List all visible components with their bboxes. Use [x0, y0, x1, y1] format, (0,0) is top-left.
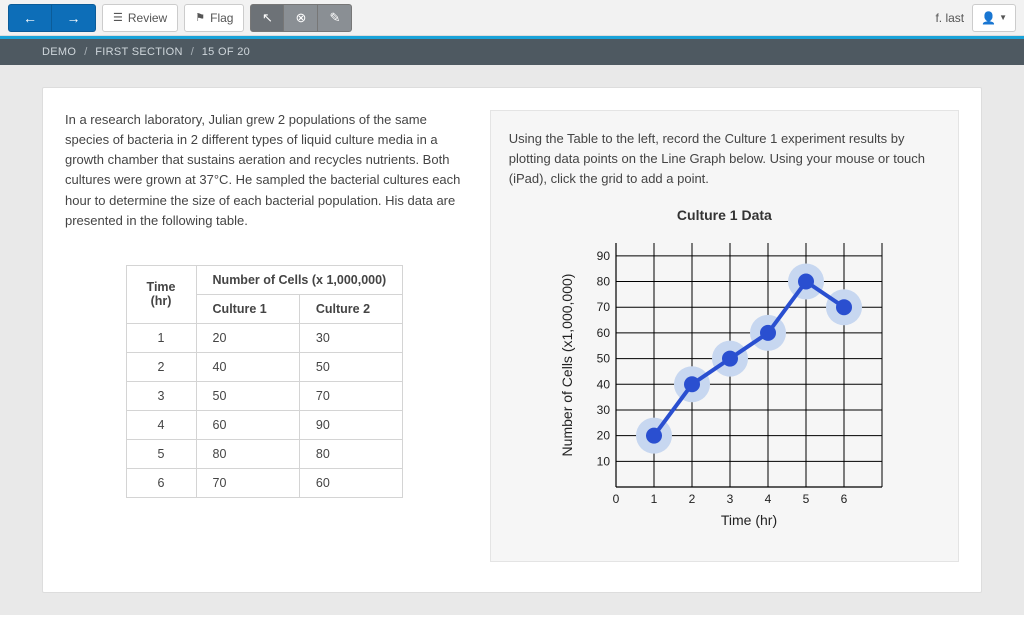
- flag-button[interactable]: ⚑ Flag: [184, 4, 244, 32]
- crumb-section: FIRST SECTION: [95, 46, 182, 58]
- cell-culture1: 70: [196, 468, 299, 497]
- chart-title: Culture 1 Data: [509, 207, 940, 223]
- crumb-demo: DEMO: [42, 46, 76, 58]
- wand-icon: ✎: [330, 10, 341, 26]
- svg-text:4: 4: [765, 492, 772, 506]
- plot-point[interactable]: [798, 274, 814, 290]
- flag-label: Flag: [210, 11, 233, 25]
- user-name-label: f. last: [935, 11, 964, 25]
- table-header-culture2: Culture 2: [299, 294, 402, 323]
- svg-text:Time (hr): Time (hr): [721, 512, 777, 528]
- answer-column: Using the Table to the left, record the …: [490, 110, 959, 562]
- list-icon: ☰: [113, 11, 123, 24]
- cell-culture1: 50: [196, 381, 299, 410]
- passage-text: In a research laboratory, Julian grew 2 …: [65, 110, 464, 231]
- svg-text:6: 6: [841, 492, 848, 506]
- cell-culture2: 60: [299, 468, 402, 497]
- cell-culture1: 80: [196, 439, 299, 468]
- table-row: 35070: [126, 381, 403, 410]
- plot-point[interactable]: [646, 428, 662, 444]
- table-row: 46090: [126, 410, 403, 439]
- arrow-left-icon: ←: [23, 10, 37, 26]
- plot-point[interactable]: [760, 325, 776, 341]
- cell-culture1: 60: [196, 410, 299, 439]
- prev-button[interactable]: ←: [8, 4, 52, 32]
- svg-text:50: 50: [597, 352, 611, 366]
- plot-point[interactable]: [836, 300, 852, 316]
- table-header-culture1: Culture 1: [196, 294, 299, 323]
- annotation-tool-group: ↖ ⊗ ✎: [250, 4, 352, 32]
- cell-time: 2: [126, 352, 196, 381]
- cell-culture2: 90: [299, 410, 402, 439]
- table-row: 67060: [126, 468, 403, 497]
- next-button[interactable]: →: [52, 4, 96, 32]
- cell-time: 3: [126, 381, 196, 410]
- cell-time: 6: [126, 468, 196, 497]
- table-row: 24050: [126, 352, 403, 381]
- svg-text:30: 30: [597, 403, 611, 417]
- erase-icon: ⊗: [296, 10, 307, 26]
- question-card: In a research laboratory, Julian grew 2 …: [42, 87, 982, 593]
- cell-time: 5: [126, 439, 196, 468]
- svg-text:90: 90: [597, 249, 611, 263]
- table-header-time: Time (hr): [126, 265, 196, 323]
- instructions-text: Using the Table to the left, record the …: [509, 129, 940, 189]
- passage-column: In a research laboratory, Julian grew 2 …: [65, 110, 464, 562]
- plot-point[interactable]: [684, 377, 700, 393]
- cell-culture2: 50: [299, 352, 402, 381]
- user-icon: 👤: [981, 11, 996, 25]
- cell-culture2: 70: [299, 381, 402, 410]
- svg-text:10: 10: [597, 455, 611, 469]
- review-button[interactable]: ☰ Review: [102, 4, 178, 32]
- svg-text:3: 3: [727, 492, 734, 506]
- svg-text:0: 0: [613, 492, 620, 506]
- svg-text:2: 2: [689, 492, 696, 506]
- flag-icon: ⚑: [195, 11, 205, 24]
- cell-culture1: 20: [196, 323, 299, 352]
- cursor-icon: ↖: [262, 10, 273, 26]
- plot-point[interactable]: [722, 351, 738, 367]
- cell-culture1: 40: [196, 352, 299, 381]
- arrow-right-icon: →: [67, 10, 81, 26]
- cell-time: 1: [126, 323, 196, 352]
- breadcrumb: DEMO / FIRST SECTION / 15 OF 20: [0, 39, 1024, 65]
- cell-time: 4: [126, 410, 196, 439]
- user-menu-button[interactable]: 👤 ▼: [972, 4, 1016, 32]
- highlight-tool-button[interactable]: ✎: [318, 4, 352, 32]
- svg-text:80: 80: [597, 275, 611, 289]
- crumb-sep: /: [84, 46, 87, 58]
- cell-culture2: 80: [299, 439, 402, 468]
- line-chart-canvas[interactable]: 0 1 2 3 4 5 6 10 20 30 40 50 60 70 80 90 Time (hr) Number…: [554, 233, 894, 533]
- top-toolbar: ← → ☰ Review ⚑ Flag ↖ ⊗ ✎ f. last 👤 ▼: [0, 0, 1024, 36]
- pointer-tool-button[interactable]: ↖: [250, 4, 284, 32]
- svg-text:Number of Cells (x1,000,000): Number of Cells (x1,000,000): [559, 274, 575, 457]
- svg-text:60: 60: [597, 326, 611, 340]
- erase-tool-button[interactable]: ⊗: [284, 4, 318, 32]
- cell-culture2: 30: [299, 323, 402, 352]
- svg-text:40: 40: [597, 378, 611, 392]
- data-table: Time (hr) Number of Cells (x 1,000,000) …: [126, 265, 404, 498]
- crumb-sep: /: [191, 46, 194, 58]
- svg-text:20: 20: [597, 429, 611, 443]
- caret-down-icon: ▼: [999, 13, 1007, 22]
- svg-text:70: 70: [597, 301, 611, 315]
- table-row: 58080: [126, 439, 403, 468]
- review-label: Review: [128, 11, 167, 25]
- table-header-cells: Number of Cells (x 1,000,000): [196, 265, 403, 294]
- svg-text:1: 1: [651, 492, 658, 506]
- svg-text:5: 5: [803, 492, 810, 506]
- table-row: 12030: [126, 323, 403, 352]
- crumb-progress: 15 OF 20: [202, 46, 250, 58]
